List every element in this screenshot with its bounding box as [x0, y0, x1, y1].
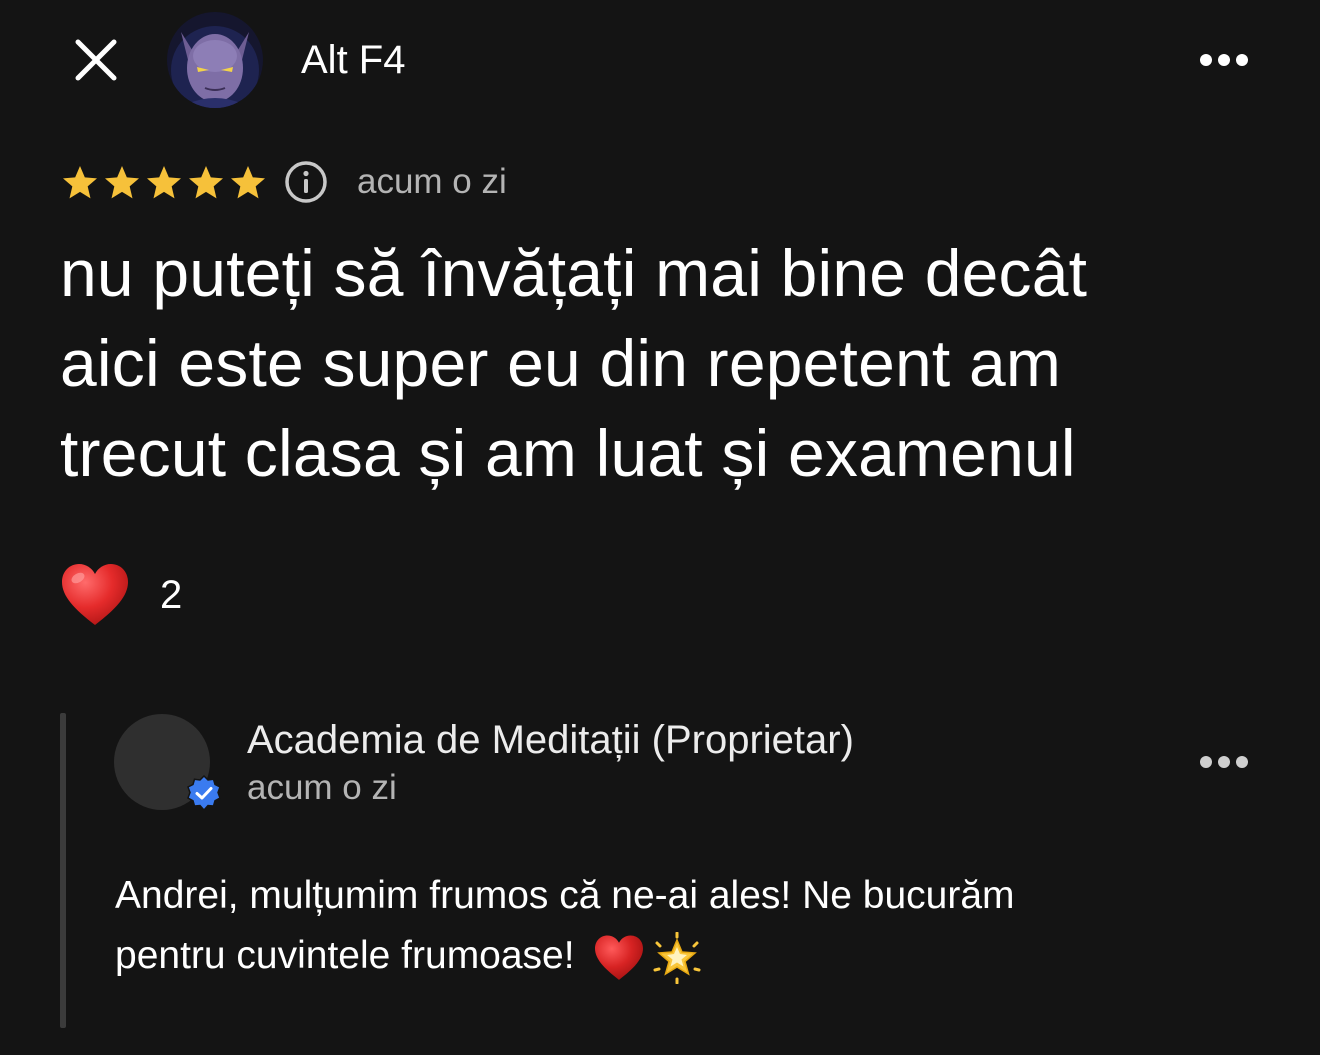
review-text: nu puteți să învățați mai bine decât aic… — [60, 228, 1280, 498]
heart-icon — [62, 564, 128, 625]
reply-text-line-last: pentru cuvintele frumoase! — [115, 926, 1225, 986]
close-button[interactable] — [64, 28, 128, 92]
heart-icon — [594, 935, 643, 980]
reply-text-line: Andrei, mulțumim frumos că ne-ai ales! N… — [115, 874, 1015, 917]
review-text-line: aici este super eu din repetent am — [60, 326, 1062, 400]
star-icon — [63, 166, 97, 199]
star-icon — [147, 166, 181, 199]
reviewer-avatar[interactable] — [167, 12, 263, 108]
info-icon — [285, 161, 327, 203]
reply-text-line: pentru cuvintele frumoase! — [115, 934, 575, 977]
star-icon — [105, 166, 139, 199]
review-text-line: nu puteți să învățați mai bine decât — [60, 236, 1088, 310]
close-icon — [75, 39, 117, 81]
avatar-image — [167, 12, 263, 108]
review-text-line: trecut clasa și am luat și examenul — [60, 416, 1076, 490]
owner-name[interactable]: Academia de Meditații (Proprietar) — [247, 716, 854, 764]
reply-timestamp: acum o zi — [247, 768, 397, 807]
star-rating — [60, 160, 268, 206]
more-options-icon — [1200, 756, 1248, 768]
reply-divider — [60, 713, 66, 1028]
reviewer-name[interactable]: Alt F4 — [301, 34, 405, 86]
glowing-star-icon — [653, 931, 701, 984]
verified-badge-icon — [187, 774, 221, 812]
reaction-count: 2 — [160, 572, 183, 617]
info-button[interactable] — [283, 159, 329, 205]
more-options-icon — [1200, 54, 1248, 66]
review-timestamp: acum o zi — [357, 162, 507, 201]
star-icon — [231, 166, 265, 199]
review-more-options-button[interactable] — [1192, 40, 1256, 80]
reaction-button[interactable]: 2 — [60, 560, 182, 630]
reply-more-options-button[interactable] — [1192, 742, 1256, 782]
verified-badge — [186, 774, 222, 812]
star-icon — [189, 166, 223, 199]
reply-text: Andrei, mulțumim frumos că ne-ai ales! N… — [115, 866, 1225, 986]
